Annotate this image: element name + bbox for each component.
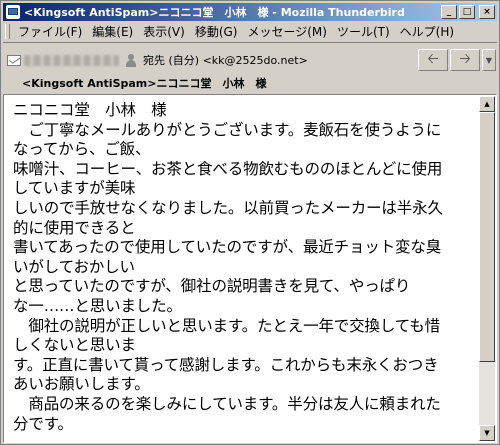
recipient-text[interactable]: 宛先 (自分) <kk@2525do.net> xyxy=(143,52,308,68)
scroll-down-icon[interactable]: ▼ xyxy=(479,425,495,441)
body-line: な一……と思いました。 xyxy=(13,296,182,315)
body-line: 味噌汁、コーヒー、お茶と食べる物飲むもののほとんどに使用 xyxy=(13,159,443,178)
contact-icon[interactable] xyxy=(125,53,137,67)
body-line: ニコニコ堂 小林 様 xyxy=(13,101,167,119)
message-header-pane: 宛先 (自分) <kk@2525do.net> 🡠 🡢 ▼ <Kingsoft … xyxy=(3,42,497,94)
message-body-pane[interactable]: ニコニコ堂 小林 様 ご丁寧なメールありがとうございます。麦飯石を使うように な… xyxy=(3,94,497,443)
body-line: 分です。 xyxy=(13,414,73,433)
thunderbird-app-icon[interactable] xyxy=(6,5,20,19)
maximize-button[interactable]: □ xyxy=(459,5,475,19)
nav-dropdown-icon[interactable]: ▼ xyxy=(482,49,496,71)
close-button[interactable]: × xyxy=(479,5,495,19)
body-line: あいお願いします。 xyxy=(13,375,150,394)
menu-file[interactable]: ファイル(F) xyxy=(13,23,87,40)
body-line: 御社の説明が正しいと思います。たとえ一年で交換しても惜 xyxy=(13,316,441,335)
body-line: ご丁寧なメールありがとうございます。麦飯石を使うように xyxy=(13,120,442,139)
window-title: <Kingsoft AntiSpam>ニコニコ堂 小林 様 - Mozilla … xyxy=(24,6,405,19)
body-line: していますが美味 xyxy=(13,179,136,198)
menubar-grip[interactable] xyxy=(5,24,10,39)
message-subject: <Kingsoft AntiSpam>ニコニコ堂 小林 様 xyxy=(22,77,267,90)
vertical-scrollbar[interactable]: ▲ ▼ xyxy=(479,96,495,441)
body-line: なってから、ご飯、 xyxy=(13,140,151,159)
body-line: 商品の来るのを楽しみにしています。半分は友人に頼まれた xyxy=(13,394,441,413)
forward-arrow-icon[interactable]: 🡢 xyxy=(450,49,480,71)
message-date-redacted xyxy=(396,76,402,86)
title-bar[interactable]: <Kingsoft AntiSpam>ニコニコ堂 小林 様 - Mozilla … xyxy=(3,3,497,21)
body-line: いがしておかしい xyxy=(13,257,135,276)
body-line: 的に使用できると xyxy=(13,218,136,237)
message-body: ニコニコ堂 小林 様 ご丁寧なメールありがとうございます。麦飯石を使うように な… xyxy=(13,101,468,434)
body-line: と思っていたのですが、御社の説明書きを見て、やっぱり xyxy=(13,277,411,296)
scroll-thumb[interactable] xyxy=(479,112,495,362)
menu-view[interactable]: 表示(V) xyxy=(138,23,190,40)
menu-bar: ファイル(F) 編集(E) 表示(V) 移動(G) メッセージ(M) ツール(T… xyxy=(3,22,497,41)
sender-address-redacted[interactable] xyxy=(24,54,119,66)
envelope-icon xyxy=(7,54,21,66)
from-to-row: 宛先 (自分) <kk@2525do.net> xyxy=(7,51,407,69)
body-line: しいので手放せなくなりました。以前買ったメーカーは半永久 xyxy=(13,198,443,217)
menu-go[interactable]: 移動(G) xyxy=(190,23,243,40)
menu-help[interactable]: ヘルプ(H) xyxy=(395,23,459,40)
menu-edit[interactable]: 編集(E) xyxy=(87,23,138,40)
scroll-up-icon[interactable]: ▲ xyxy=(479,96,495,112)
back-arrow-icon[interactable]: 🡠 xyxy=(418,49,448,71)
body-line: しくないと思いま xyxy=(13,336,136,355)
subject-row: <Kingsoft AntiSpam>ニコニコ堂 小林 様 xyxy=(3,73,497,91)
menu-message[interactable]: メッセージ(M) xyxy=(242,23,331,40)
window-controls: _ □ × xyxy=(441,5,495,19)
minimize-button[interactable]: _ xyxy=(441,5,457,19)
message-nav-buttons: 🡠 🡢 ▼ xyxy=(418,49,496,71)
body-line: す。正直に書いて貰って感謝します。これからも末永くおつき xyxy=(13,355,439,374)
menu-tools[interactable]: ツール(T) xyxy=(332,23,395,40)
thunderbird-window: <Kingsoft AntiSpam>ニコニコ堂 小林 様 - Mozilla … xyxy=(0,0,500,445)
body-line: 書いてあったので使用していたのですが、最近チョット変な臭 xyxy=(13,238,442,257)
